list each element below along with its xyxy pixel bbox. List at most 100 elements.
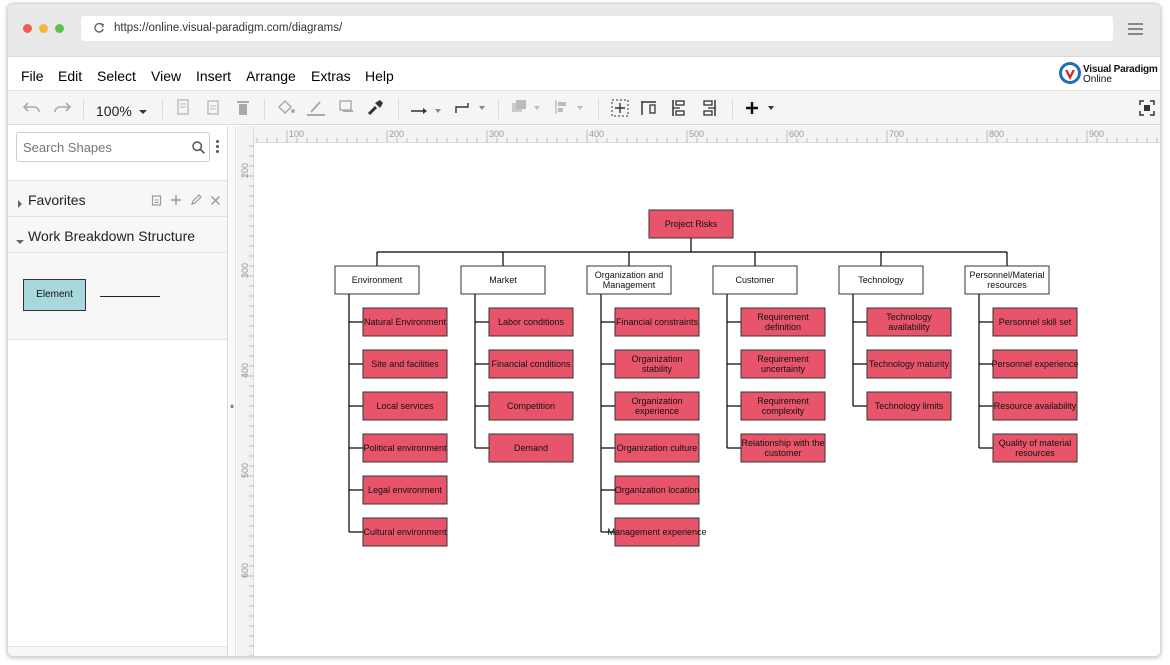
wbs-leaf-node[interactable]: Management experience [607, 517, 707, 547]
format-painter-icon[interactable] [366, 99, 384, 117]
wbs-leaf-node[interactable]: Requirementdefinition [740, 307, 826, 337]
favorites-section[interactable]: Favorites [8, 180, 227, 216]
wbs-category-node[interactable]: Customer [712, 265, 798, 295]
sidebar-splitter[interactable]: ⏸ [229, 126, 236, 656]
more-options-icon[interactable] [216, 140, 219, 155]
wbs-leaf-label: Requirement [757, 354, 809, 364]
wbs-leaf-label: stability [642, 364, 673, 374]
wbs-category-label: Customer [735, 275, 774, 285]
delete-icon[interactable] [236, 99, 250, 117]
search-icon[interactable] [192, 141, 205, 159]
wbs-leaf-node[interactable]: Technology maturity [866, 349, 952, 379]
menu-insert[interactable]: Insert [196, 68, 231, 84]
menu-view[interactable]: View [151, 68, 181, 84]
wbs-leaf-label: Organization location [615, 485, 700, 495]
element-shape[interactable]: Element [23, 279, 86, 311]
canvas-area[interactable]: Project Risks Environment Natural Environm… [255, 144, 1161, 657]
wbs-leaf-node[interactable]: Technology limits [866, 391, 952, 421]
splitter-grip-icon[interactable]: ⏸ [230, 402, 234, 412]
wbs-leaf-label: Demand [514, 443, 548, 453]
wbs-leaf-node[interactable]: Legal environment [362, 475, 448, 505]
wbs-leaf-node[interactable]: Organization culture [614, 433, 700, 463]
wbs-leaf-node[interactable]: Competition [488, 391, 574, 421]
wbs-leaf-node[interactable]: Site and facilities [362, 349, 448, 379]
wbs-leaf-node[interactable]: Labor conditions [488, 307, 574, 337]
wbs-leaf-node[interactable]: Resource availability [992, 391, 1078, 421]
wbs-category-node[interactable]: Organization andManagement [586, 265, 672, 295]
line-color-icon[interactable] [306, 99, 326, 117]
search-shapes-input[interactable] [23, 134, 183, 160]
undo-icon[interactable] [22, 100, 41, 118]
menu-arrange[interactable]: Arrange [246, 68, 296, 84]
fill-color-icon[interactable] [276, 99, 296, 117]
wbs-leaf-label: availability [888, 322, 930, 332]
menu-extras[interactable]: Extras [311, 68, 351, 84]
waypoint-style-icon[interactable] [454, 101, 488, 119]
wbs-leaf-node[interactable]: Organizationexperience [614, 391, 700, 421]
minimize-window-button[interactable] [39, 24, 48, 33]
wbs-leaf-node[interactable]: Financial conditions [488, 349, 574, 379]
wbs-leaf-node[interactable]: Relationship with thecustomer [740, 433, 826, 463]
wbs-category-node[interactable]: Environment [334, 265, 420, 295]
shape-palette: Element [8, 252, 227, 340]
wbs-leaf-node[interactable]: Personnel experience [991, 349, 1079, 379]
add-icon[interactable] [170, 194, 182, 206]
wbs-leaf-node[interactable]: Organizationstability [614, 349, 700, 379]
close-window-button[interactable] [23, 24, 32, 33]
menu-help[interactable]: Help [365, 68, 394, 84]
favorites-label: Favorites [28, 192, 86, 208]
wbs-diagram[interactable]: Project Risks Environment Natural Environm… [255, 144, 1161, 657]
fullscreen-icon[interactable] [1139, 100, 1155, 118]
copy-icon[interactable] [176, 99, 190, 117]
browser-menu-icon[interactable] [1128, 23, 1143, 35]
align-icon[interactable] [554, 99, 586, 117]
close-icon[interactable] [210, 195, 221, 206]
wbs-leaf-node[interactable]: Personnel skill set [992, 307, 1078, 337]
wbs-leaf-label: Personnel skill set [999, 317, 1072, 327]
wbs-leaf-node[interactable]: Technologyavailability [866, 307, 952, 337]
wbs-leaf-node[interactable]: Requirementuncertainty [740, 349, 826, 379]
address-bar[interactable]: https://online.visual-paradigm.com/diagr… [81, 16, 1113, 41]
layout-tree-icon[interactable] [670, 99, 688, 117]
import-icon[interactable] [151, 194, 162, 206]
menu-select[interactable]: Select [97, 68, 136, 84]
wbs-section[interactable]: Work Breakdown Structure [8, 216, 227, 252]
paste-icon[interactable] [206, 99, 220, 117]
wbs-category-label: Organization and [595, 270, 664, 280]
connector-style-icon[interactable] [410, 103, 444, 121]
to-front-icon[interactable] [511, 99, 543, 117]
wbs-leaf-label: Cultural environment [363, 527, 447, 537]
wbs-category-node[interactable]: Market [460, 265, 546, 295]
wbs-leaf-node[interactable]: Requirementcomplexity [740, 391, 826, 421]
wbs-leaf-node[interactable]: Quality of materialresources [992, 433, 1078, 463]
wbs-category-node[interactable]: Personnel/Materialresources [964, 265, 1050, 295]
connector-line-shape[interactable] [100, 296, 160, 297]
zoom-dropdown-icon[interactable] [138, 103, 148, 121]
ruler-top-label: 900 [1089, 129, 1104, 139]
ruler-left-label: 300 [240, 263, 250, 278]
layout-horizontal-icon[interactable] [640, 99, 658, 117]
wbs-leaf-node[interactable]: Local services [362, 391, 448, 421]
wbs-leaf-node[interactable]: Demand [488, 433, 574, 463]
wbs-leaf-node[interactable]: Financial constraints [614, 307, 700, 337]
fit-selection-icon[interactable] [611, 99, 629, 117]
maximize-window-button[interactable] [55, 24, 64, 33]
wbs-category-node[interactable]: Technology [838, 265, 924, 295]
wbs-leaf-node[interactable]: Natural Environment [362, 307, 448, 337]
edit-icon[interactable] [190, 194, 202, 206]
menu-file[interactable]: File [21, 68, 44, 84]
wbs-leaf-node[interactable]: Cultural environment [362, 517, 448, 547]
wbs-category-label: Environment [352, 275, 403, 285]
menu-edit[interactable]: Edit [58, 68, 82, 84]
zoom-level[interactable]: 100% [96, 103, 132, 119]
wbs-leaf-node[interactable]: Political environment [362, 433, 448, 463]
layout-tree-reverse-icon[interactable] [700, 99, 718, 117]
main-toolbar: 100% [8, 90, 1160, 125]
wbs-leaf-node[interactable]: Organization location [614, 475, 700, 505]
insert-plus-icon[interactable] [745, 100, 777, 118]
redo-icon[interactable] [53, 100, 72, 118]
shadow-icon[interactable] [339, 99, 355, 117]
reload-icon[interactable] [93, 22, 105, 37]
wbs-root-node[interactable]: Project Risks [648, 209, 734, 239]
diagram-canvas[interactable]: 100 200 300 400 500 600 700 800 900 200 300 400 500… [237, 126, 1161, 657]
